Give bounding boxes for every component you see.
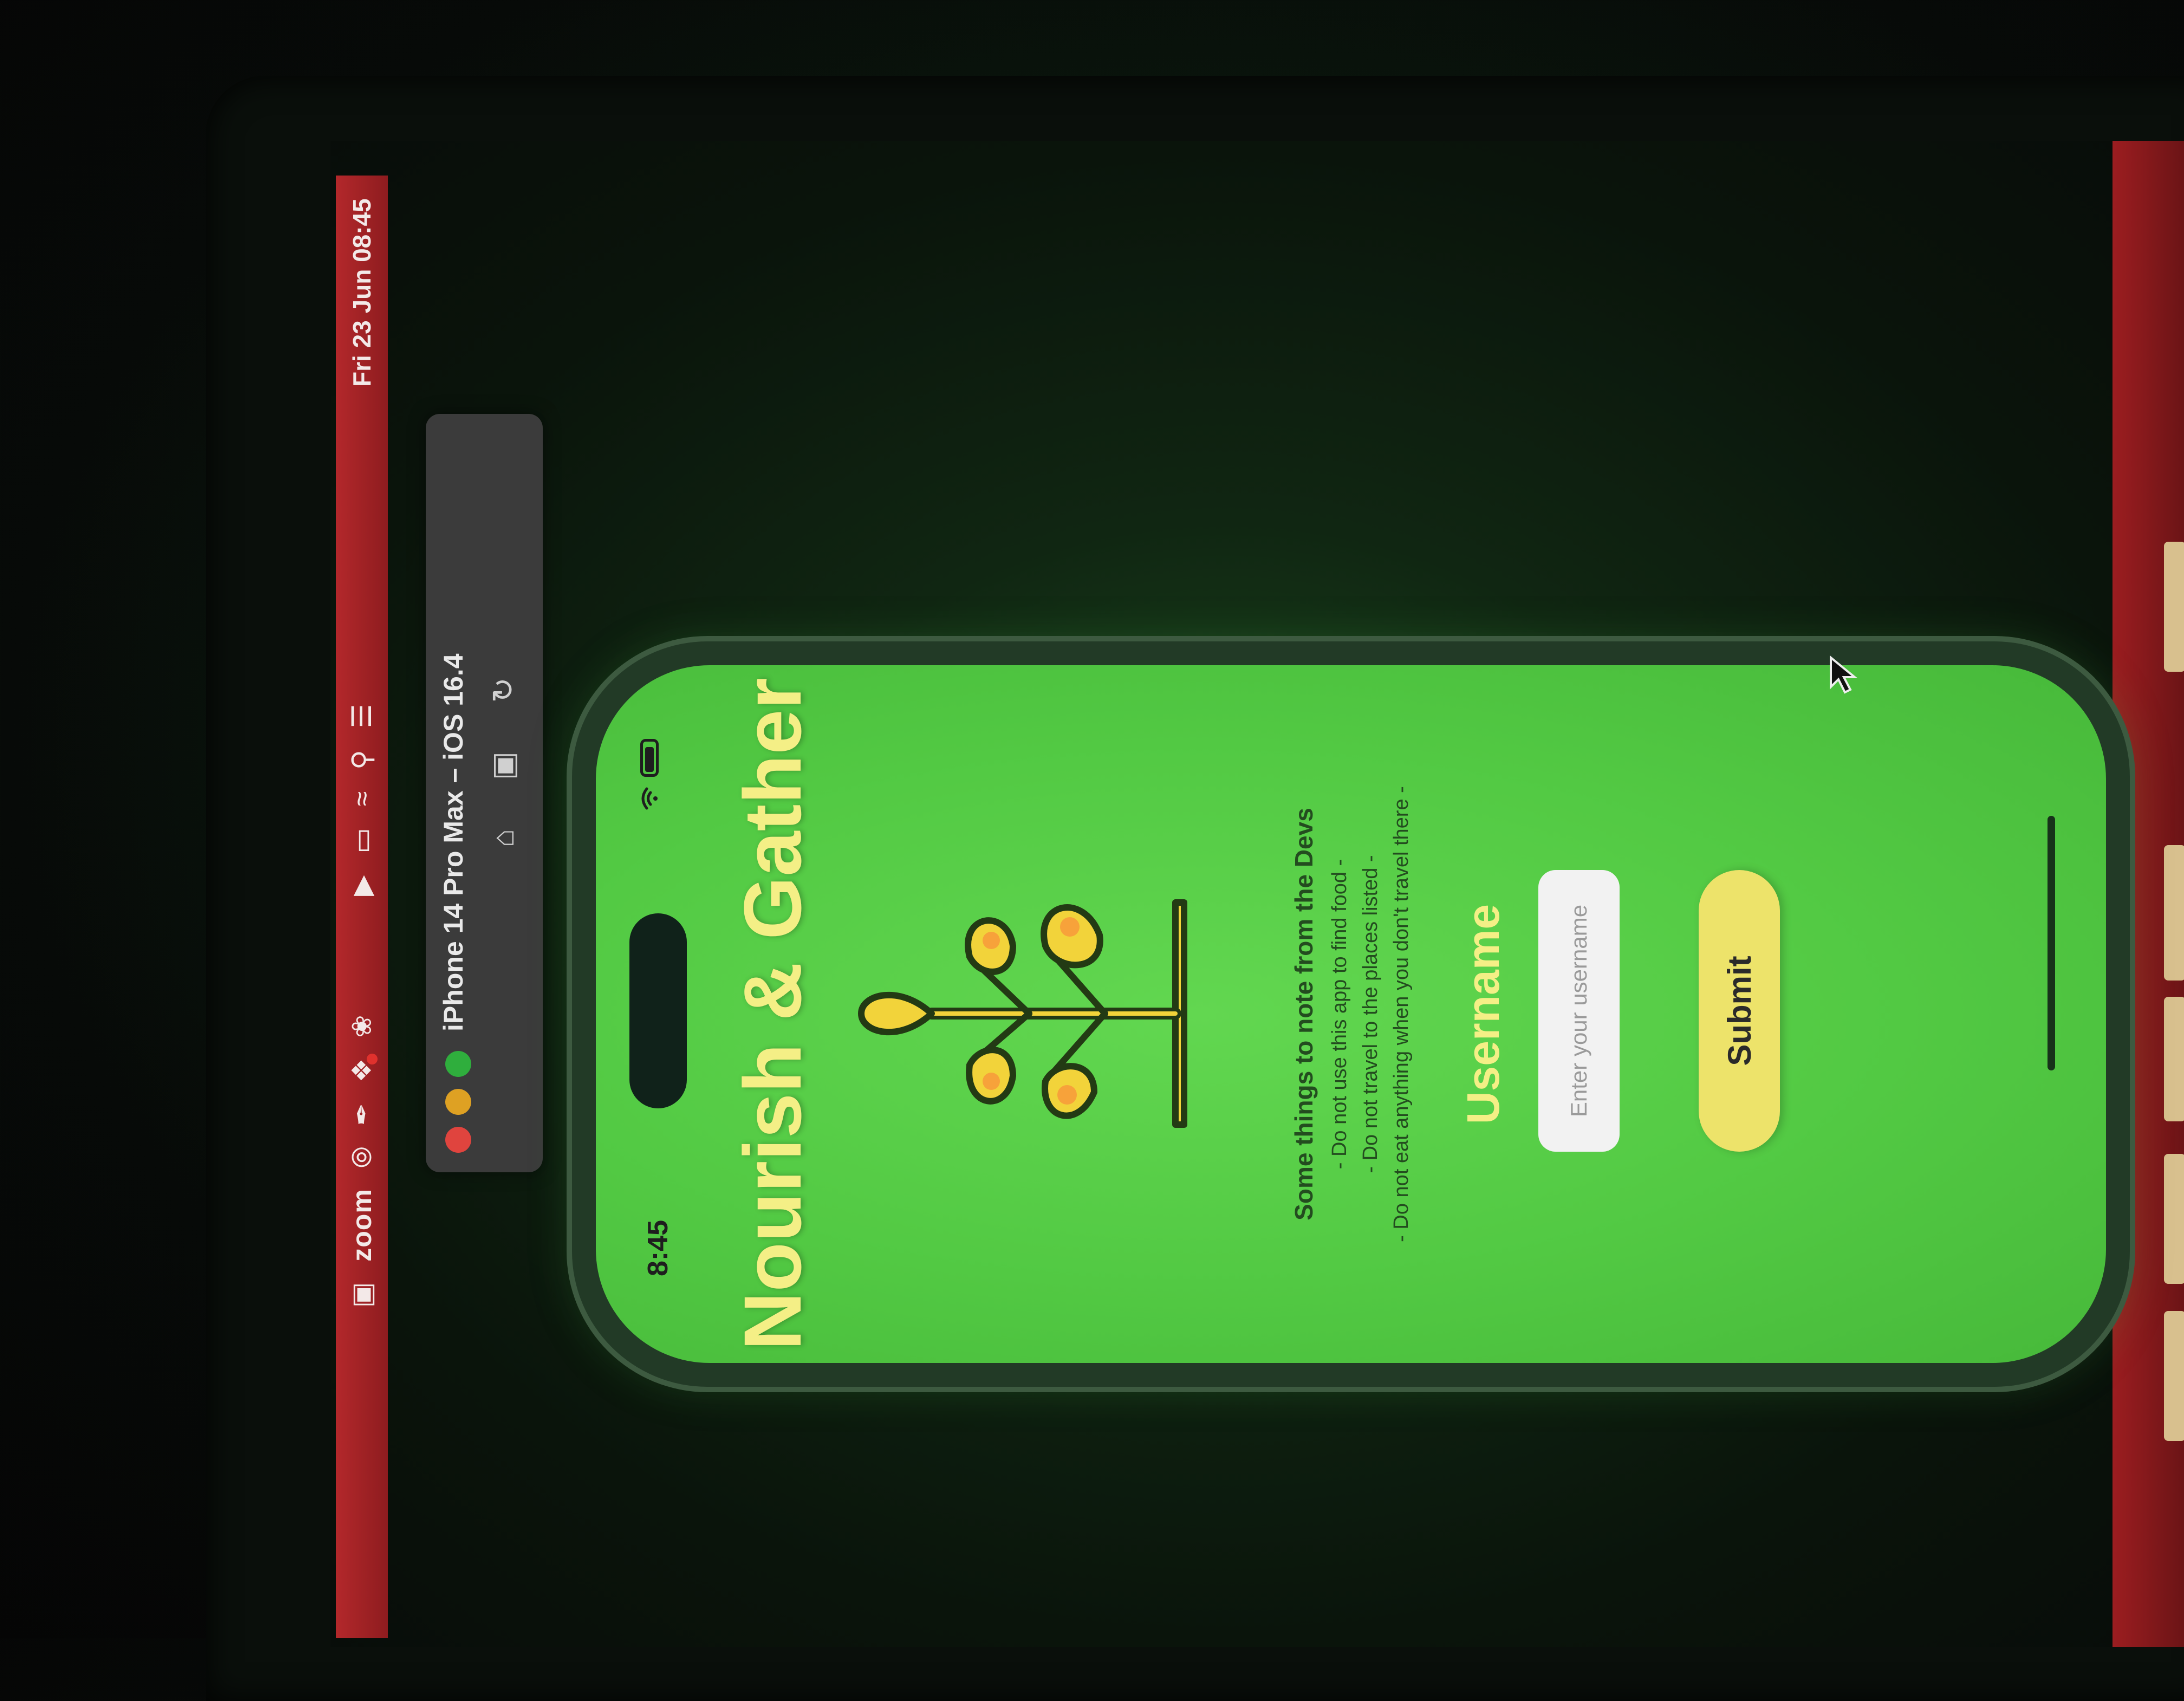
wifi-icon [641, 787, 658, 810]
search-icon[interactable]: ⚲ [347, 750, 377, 770]
dock-item[interactable] [2164, 997, 2184, 1121]
username-input[interactable] [1538, 870, 1620, 1152]
simulator-title: iPhone 14 Pro Max – iOS 16.4 [438, 653, 469, 1031]
app-title: Nourish & Gather [727, 678, 818, 1351]
dock-item[interactable] [2164, 845, 2184, 981]
screenshot-icon[interactable]: ▣ [485, 751, 521, 780]
plant-icon [858, 899, 1187, 1128]
dynamic-island [629, 913, 687, 1108]
dock-item[interactable] [2164, 542, 2184, 672]
submit-button[interactable]: Submit [1699, 870, 1780, 1152]
menu-clock[interactable]: Fri 23 Jun 08:45 [336, 198, 388, 387]
notes-line: - Do not use this app to find food - [1328, 859, 1351, 1170]
dock-item[interactable] [2164, 1154, 2184, 1284]
status-icons [640, 739, 659, 810]
squirrel-icon[interactable]: ❀ [347, 1015, 377, 1038]
zoom-app-icon[interactable]: ▣ [347, 1282, 377, 1308]
phone-screen: 8:45 Nourish & Gather Some things to not… [596, 665, 2106, 1363]
notes-line: - Do not travel to the places listed - [1359, 855, 1382, 1173]
menu-bar: ▣ zoom ⦾ ✒ ❖ ❀ ▶ ▭ ≈ ⚲ ☰ Fri 23 Jun 08:4… [336, 176, 388, 1638]
zoom-button[interactable] [445, 1051, 471, 1077]
username-label: Username [1458, 904, 1509, 1125]
menu-app-name[interactable]: zoom [346, 1189, 378, 1262]
play-circle-icon[interactable]: ▶ [347, 875, 377, 896]
minimize-button[interactable] [445, 1089, 471, 1115]
battery-icon[interactable]: ▭ [347, 828, 377, 853]
wifi-icon[interactable]: ≈ [347, 791, 377, 806]
mouse-cursor-icon [1830, 655, 1858, 694]
home-indicator[interactable] [2047, 816, 2055, 1070]
control-center-icon[interactable]: ☰ [347, 704, 377, 728]
stylus-icon[interactable]: ✒ [347, 1103, 377, 1126]
rotated-screen: ▣ zoom ⦾ ✒ ❖ ❀ ▶ ▭ ≈ ⚲ ☰ Fri 23 Jun 08:4… [336, 176, 2130, 1638]
dropbox-icon[interactable]: ❖ [347, 1058, 377, 1082]
home-icon[interactable]: ⌂ [485, 829, 521, 847]
rotate-icon[interactable]: ↻ [485, 677, 521, 703]
target-icon[interactable]: ⦾ [347, 1146, 377, 1168]
simulator-titlebar: iPhone 14 Pro Max – iOS 16.4 ⌂ ▣ ↻ [426, 414, 543, 1172]
status-time: 8:45 [642, 1219, 674, 1276]
notes-heading: Some things to note from the Devs [1290, 808, 1318, 1220]
battery-icon [640, 739, 659, 777]
close-button[interactable] [445, 1127, 471, 1153]
dock-item[interactable] [2164, 1311, 2184, 1441]
notes-line: - Do not eat anything when you don't tra… [1390, 786, 1413, 1242]
dev-notes: Some things to note from the Devs - Do n… [1289, 665, 1421, 1363]
